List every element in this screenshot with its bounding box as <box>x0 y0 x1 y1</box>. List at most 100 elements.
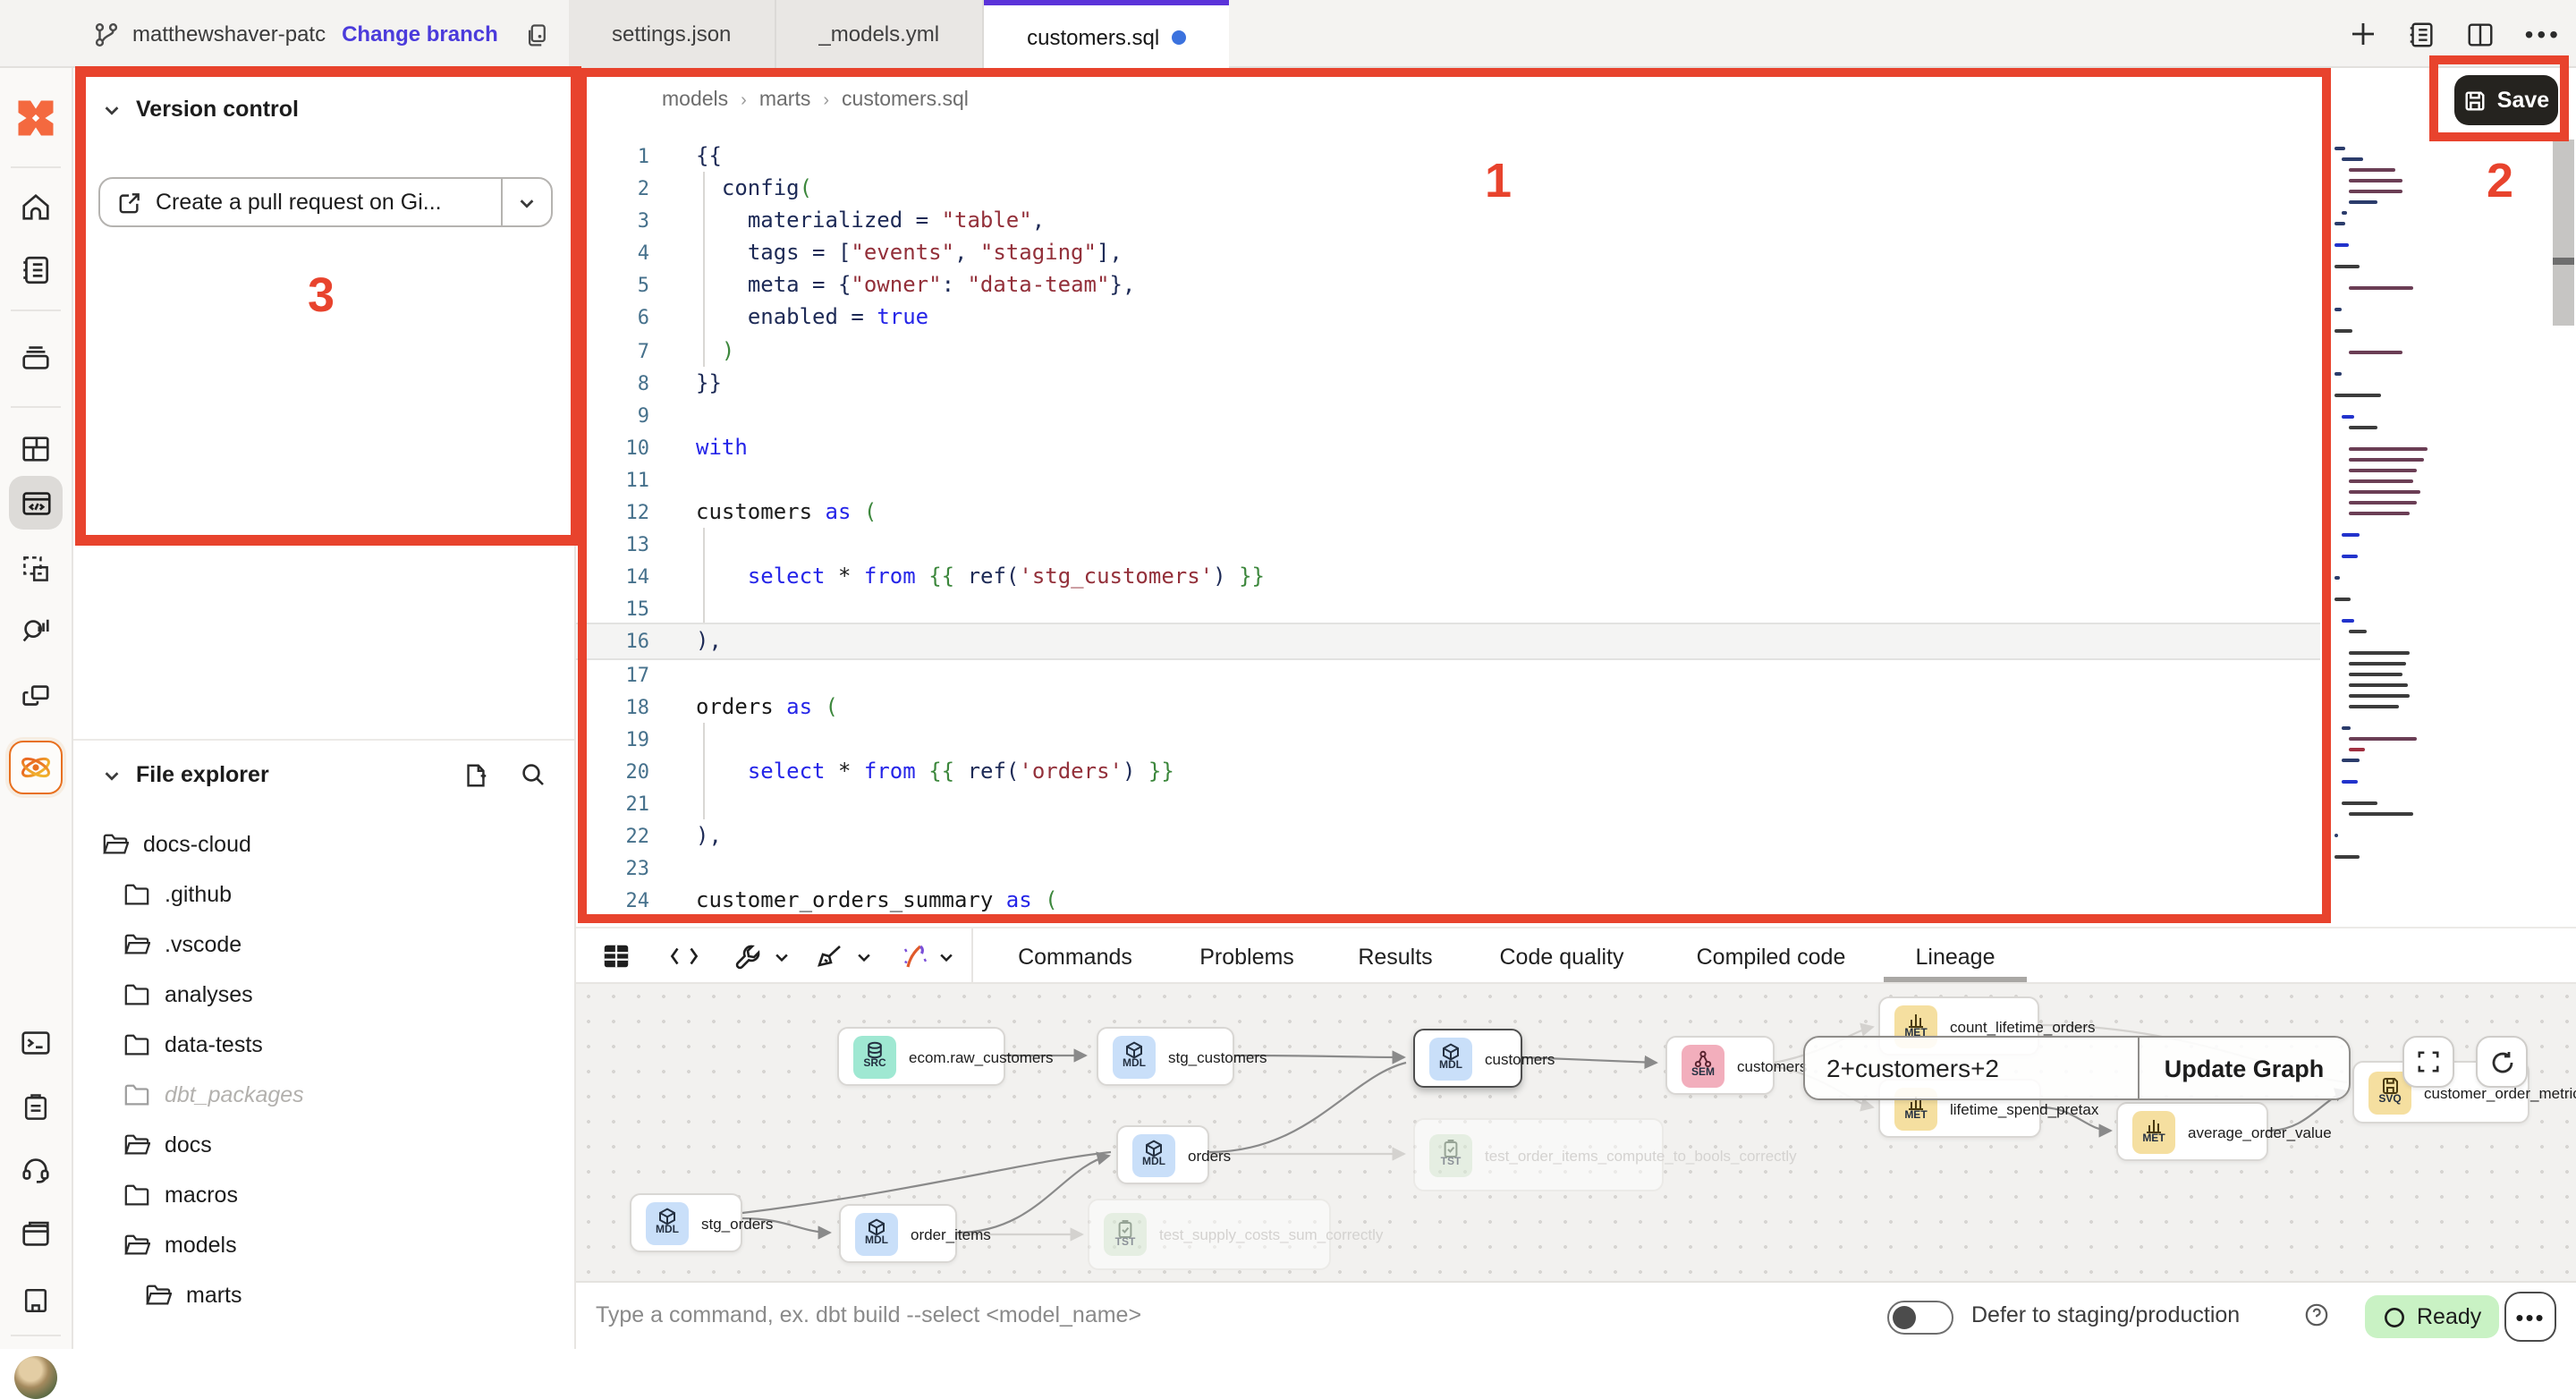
code-line-17[interactable]: 17 <box>576 657 2326 690</box>
plus-icon[interactable] <box>2350 20 2378 48</box>
split-panel-icon[interactable] <box>2466 19 2496 49</box>
panel-tab-problems[interactable]: Problems <box>1199 928 1294 984</box>
file-tree-item-docs[interactable]: docs <box>73 1120 574 1170</box>
code-line-19[interactable]: 19 <box>576 722 2326 754</box>
panel-tab-compiled-code[interactable]: Compiled code <box>1697 928 1846 984</box>
lineage-node-stg_orders[interactable]: MDLstg_orders <box>630 1193 742 1252</box>
lineage-node-ecom.raw_customers[interactable]: SRCecom.raw_customers <box>837 1027 1005 1086</box>
code-icon[interactable] <box>669 928 699 984</box>
file-tree-item-macros[interactable]: macros <box>73 1170 574 1220</box>
file-tree-item-dbt_packages[interactable]: dbt_packages <box>73 1070 574 1120</box>
editor-tab-_models.yml[interactable]: _models.yml <box>775 0 984 68</box>
code-line-18[interactable]: 18orders as ( <box>576 690 2326 722</box>
file-tree-item-analyses[interactable]: analyses <box>73 970 574 1020</box>
notebook-icon[interactable] <box>19 253 53 287</box>
panel-tab-results[interactable]: Results <box>1358 928 1432 984</box>
code-line-8[interactable]: 8}} <box>576 366 2326 398</box>
code-line-10[interactable]: 10with <box>576 431 2326 463</box>
refresh-button[interactable] <box>2476 1036 2528 1088</box>
lineage-node-stg_customers[interactable]: MDLstg_customers <box>1097 1027 1234 1086</box>
magic-pen-icon[interactable] <box>900 928 955 984</box>
file-tree-item-data-tests[interactable]: data-tests <box>73 1020 574 1070</box>
code-line-5[interactable]: 5 meta = {"owner": "data-team"}, <box>576 269 2326 301</box>
code-line-1[interactable]: 1{{ <box>576 140 2326 172</box>
code-lines[interactable]: 1{{2 config(3 materialized = "table",4 t… <box>576 140 2326 917</box>
help-icon[interactable] <box>2304 1302 2329 1327</box>
breadcrumb-item[interactable]: marts <box>759 89 811 111</box>
file-explorer-header[interactable]: File explorer <box>102 762 269 787</box>
code-line-3[interactable]: 3 materialized = "table", <box>576 204 2326 236</box>
browser-icon[interactable] <box>19 1217 53 1251</box>
code-line-23[interactable]: 23 <box>576 852 2326 884</box>
code-line-21[interactable]: 21 <box>576 787 2326 819</box>
panel-tab-code-quality[interactable]: Code quality <box>1500 928 1624 984</box>
minimap[interactable] <box>2334 147 2438 866</box>
panel-tab-commands[interactable]: Commands <box>1018 928 1132 984</box>
code-line-16[interactable]: 16), <box>576 625 2320 657</box>
save-button[interactable]: Save <box>2454 75 2558 125</box>
editor-tab-settings.json[interactable]: settings.json <box>569 0 775 68</box>
drawer-icon[interactable] <box>19 341 53 375</box>
create-pull-request-button[interactable]: Create a pull request on Gi... <box>98 177 553 227</box>
lineage-node-test_order_items_compute_to_bools_correctly[interactable]: TSTtest_order_items_compute_to_bools_cor… <box>1413 1118 1664 1191</box>
home-icon[interactable] <box>19 191 53 225</box>
code-editor-icon[interactable] <box>9 476 63 530</box>
building-icon[interactable] <box>20 1285 52 1317</box>
avatar[interactable] <box>14 1356 57 1399</box>
file-tree-item-docs-cloud[interactable]: docs-cloud <box>73 819 574 869</box>
headset-icon[interactable] <box>19 1153 53 1187</box>
table-icon[interactable] <box>601 928 631 984</box>
code-line-6[interactable]: 6 enabled = true <box>576 301 2326 334</box>
scrollbar-thumb[interactable] <box>2553 140 2574 326</box>
copy-icon[interactable] <box>525 21 550 47</box>
scrollbar-handle[interactable] <box>2553 258 2574 265</box>
code-line-14[interactable]: 14 select * from {{ ref('stg_customers')… <box>576 560 2326 592</box>
file-tree-item-models[interactable]: models <box>73 1220 574 1270</box>
editor-scrollbar[interactable] <box>2551 68 2576 927</box>
command-input[interactable]: Type a command, ex. dbt build --select <… <box>596 1302 1141 1327</box>
more-options-button[interactable]: ••• <box>2504 1292 2556 1342</box>
lineage-canvas[interactable]: SRCecom.raw_customers MDLstg_customers MDL… <box>576 982 2576 1281</box>
code-line-13[interactable]: 13 <box>576 528 2326 560</box>
code-line-4[interactable]: 4 tags = ["events", "staging"], <box>576 237 2326 269</box>
lineage-node-order_items[interactable]: MDLorder_items <box>839 1204 957 1263</box>
change-branch-link[interactable]: Change branch <box>342 21 498 47</box>
code-line-2[interactable]: 2 config( <box>576 172 2326 204</box>
panel-tab-lineage[interactable]: Lineage <box>1916 928 1996 984</box>
code-line-7[interactable]: 7 ) <box>576 334 2326 366</box>
dashboard-icon[interactable] <box>19 432 53 466</box>
code-line-12[interactable]: 12customers as ( <box>576 496 2326 528</box>
version-control-header[interactable]: Version control <box>102 97 299 122</box>
terminal-icon[interactable] <box>19 1026 53 1060</box>
select-area-icon[interactable] <box>20 553 52 585</box>
search-icon[interactable] <box>521 762 546 789</box>
clipboard-icon[interactable] <box>20 1091 52 1123</box>
lineage-node-customers[interactable]: SEMcustomers <box>1665 1036 1775 1095</box>
lineage-node-orders[interactable]: MDLorders <box>1116 1125 1209 1184</box>
editor-tab-customers.sql[interactable]: customers.sql <box>984 0 1229 68</box>
new-file-icon[interactable] <box>463 762 488 789</box>
pull-request-dropdown-chevron[interactable] <box>501 179 551 225</box>
fullscreen-button[interactable] <box>2402 1036 2454 1088</box>
file-tree-item-marts[interactable]: marts <box>73 1270 574 1320</box>
code-line-24[interactable]: 24customer_orders_summary as ( <box>576 884 2326 916</box>
defer-toggle[interactable] <box>1887 1301 1953 1335</box>
windows-icon[interactable] <box>19 679 53 713</box>
breadcrumb-item[interactable]: customers.sql <box>842 89 969 111</box>
copilot-atom-icon[interactable] <box>9 741 63 794</box>
format-broom-icon[interactable] <box>816 928 873 984</box>
lineage-selector-input[interactable]: 2+customers+2 <box>1805 1038 2138 1098</box>
update-graph-button[interactable]: Update Graph <box>2138 1038 2349 1098</box>
lineage-node-average_order_value[interactable]: METaverage_order_value <box>2116 1102 2268 1161</box>
code-line-9[interactable]: 9 <box>576 399 2326 431</box>
file-tree-item-.github[interactable]: .github <box>73 869 574 920</box>
notebook-icon[interactable] <box>2407 19 2437 49</box>
query-analysis-icon[interactable] <box>19 615 53 649</box>
file-tree-item-.vscode[interactable]: .vscode <box>73 920 574 970</box>
code-line-22[interactable]: 22), <box>576 819 2326 852</box>
breadcrumb-item[interactable]: models <box>662 89 728 111</box>
lineage-node-customers[interactable]: MDLcustomers <box>1413 1029 1522 1088</box>
dbt-logo[interactable] <box>13 95 59 141</box>
wrench-icon[interactable] <box>733 928 791 984</box>
ellipsis-icon[interactable]: ••• <box>2525 20 2562 48</box>
